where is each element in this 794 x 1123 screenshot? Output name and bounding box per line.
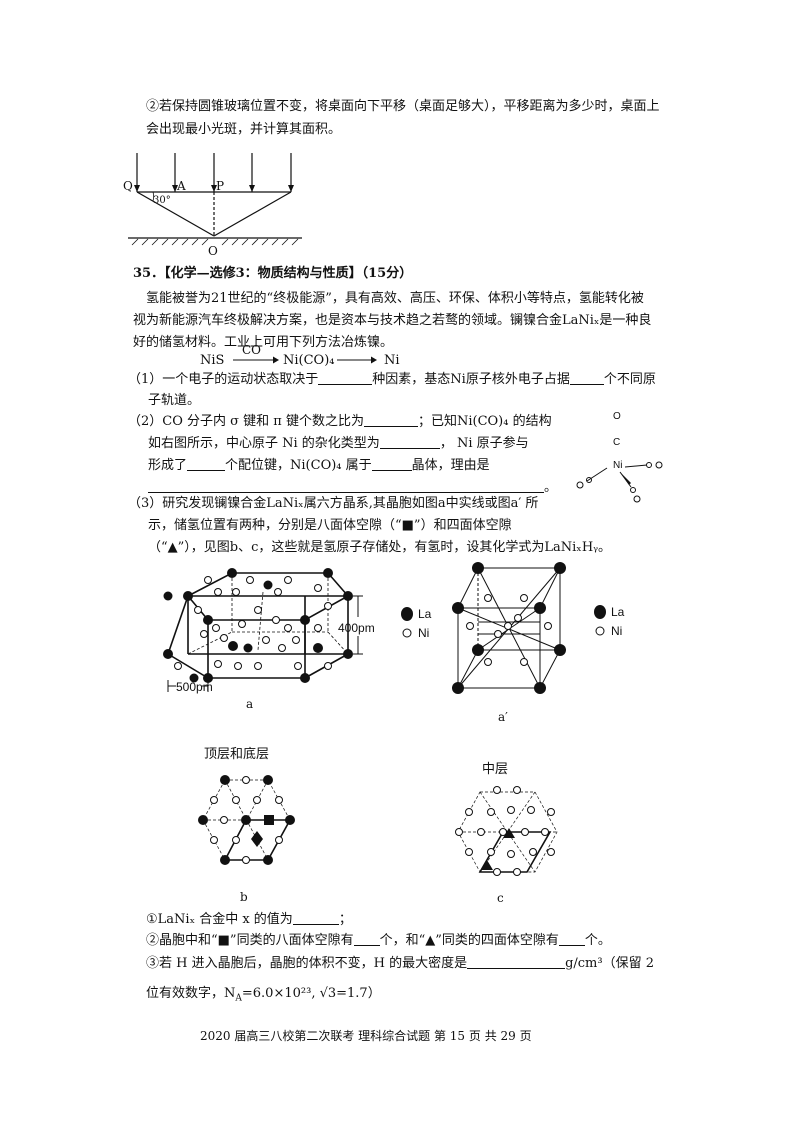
answer-blank[interactable] [371, 457, 412, 471]
subquestion-2: ②晶胞中和“■”同类的八面体空隙有 个，和“▲”同类的四面体空隙有 个。 [146, 932, 611, 948]
ni-atom-icon [402, 628, 412, 638]
answer-blank[interactable] [148, 479, 544, 493]
atom-C: C [613, 437, 620, 448]
reaction-arrow-2 [337, 356, 377, 364]
label-P: P [216, 179, 224, 193]
reaction-reactant: NiS [200, 353, 225, 368]
layer-figure-b: b [198, 775, 295, 904]
legend-a: La Ni [401, 607, 432, 640]
part-3-line2: 示，储氢位置有两种，分别是八面体空隙（“■”）和四面体空隙 [148, 518, 512, 533]
page-footer: 2020 届高三八校第二次联考 理科综合试题 第 15 页 共 29 页 [200, 1029, 532, 1043]
part-2-line2: 如右图所示，中心原子 Ni 的杂化类型为， Ni 原子参与 [148, 435, 529, 451]
figure-label-b: b [240, 890, 248, 904]
legend-la: La [611, 605, 625, 619]
ni-atom-icon [595, 626, 605, 636]
ni-co4-structure: O C Ni [576, 411, 663, 503]
label-Q: Q [123, 179, 133, 193]
octahedral-site-diamond [251, 831, 263, 847]
la-atom-icon [594, 605, 606, 619]
figure-b-title: 顶层和底层 [204, 746, 270, 761]
la-atom-icon [401, 607, 413, 621]
atom-Ni: Ni [613, 460, 622, 471]
legend-la: La [418, 607, 432, 621]
subquestion-1: ①LaNiₓ 合金中 x 的值为； [146, 911, 352, 927]
dim-width: 500pm [176, 680, 213, 694]
reaction-intermediate: Ni(CO)₄ [283, 353, 335, 368]
optics-diagram: Q A P O 30° [123, 153, 302, 258]
legend-ni: Ni [611, 624, 622, 638]
part-2-line1: （2）CO 分子内 σ 键和 π 键个数之比为 ；已知Ni(CO)₄ 的结构 [128, 413, 552, 429]
part-3-line3: （“▲”），见图b、c，这些就是氢原子存储处，有氢时，设其化学式为LaNiₓHᵧ… [148, 540, 612, 555]
dim-height: 400pm [338, 621, 375, 635]
part-1-line2: 子轨道。 [148, 393, 201, 408]
answer-blank[interactable] [363, 413, 418, 427]
part-2-line3: 形成了 个配位键，Ni(CO)₄ 属于 晶体，理由是 [148, 457, 490, 473]
legend-ni: Ni [418, 626, 429, 640]
octahedral-site-square [264, 815, 274, 825]
figure-c-title: 中层 [482, 761, 509, 776]
layer-figure-c: c [455, 786, 558, 905]
figure-label-c: c [497, 891, 504, 905]
label-O: O [208, 244, 218, 258]
answer-blank[interactable] [467, 955, 566, 969]
answer-blank[interactable] [558, 932, 585, 946]
figure-label-a: a [246, 697, 253, 711]
reaction-product: Ni [384, 353, 400, 368]
subquestion-3-cont: 位有效数字，NA=6.0×10²³, √3=1.7） [146, 986, 381, 1004]
question-part-2-line2: 会出现最小光斑，并计算其面积。 [146, 122, 342, 137]
legend-a-prime: La Ni [594, 605, 625, 638]
atom-O: O [613, 411, 621, 422]
answer-blank[interactable] [187, 457, 226, 471]
intro-line2: 视为新能源汽车终极解决方案，也是资本与技术趋之若鹜的领域。镧镍合金LaNiₓ是一… [133, 313, 652, 328]
question-35-header: 35．【化学—选修3：物质结构与性质】（15分） [133, 265, 412, 283]
crystal-cell-figure-a-prime: a′ [452, 562, 566, 724]
answer-blank[interactable] [353, 932, 380, 946]
intro-line3: 好的储氢材料。工业上可用下列方法冶炼镍。 [133, 335, 394, 350]
label-A: A [176, 179, 186, 193]
part-1-line1: （1）一个电子的运动状态取决于 种因素，基态Ni原子核外电子占据 个不同原 [128, 371, 656, 387]
question-part-2-line1: ②若保持圆锥玻璃位置不变，将桌面向下平移（桌面足够大），平移距离为多少时，桌面上 [146, 99, 660, 114]
answer-blank[interactable] [379, 435, 440, 449]
intro-line1: 氢能被誉为21世纪的“终极能源”，具有高效、高压、环保、体积小等特点，氢能转化被 [146, 291, 644, 306]
reaction-arrow-1 [233, 356, 279, 364]
subquestion-3: ③若 H 进入晶胞后，晶胞的体积不变，H 的最大密度是 g/cm³（保留 2 [146, 955, 655, 971]
question-title: 【化学—选修3：物质结构与性质】（15分） [164, 266, 413, 281]
crystal-cell-figure-a: 400pm 500pm a [163, 568, 375, 711]
answer-blank[interactable] [569, 371, 604, 385]
tetrahedral-site-triangle [481, 860, 493, 870]
figure-label-a-prime: a′ [498, 710, 508, 724]
answer-blank[interactable] [292, 911, 339, 925]
question-number: 35． [133, 266, 165, 281]
part-3-line1: （3）研究发现镧镍合金LaNiₓ属六方晶系,其晶胞如图a中实线或图a′ 所 [128, 496, 539, 511]
answer-blank[interactable] [318, 371, 373, 385]
angle-label: 30° [153, 195, 171, 206]
